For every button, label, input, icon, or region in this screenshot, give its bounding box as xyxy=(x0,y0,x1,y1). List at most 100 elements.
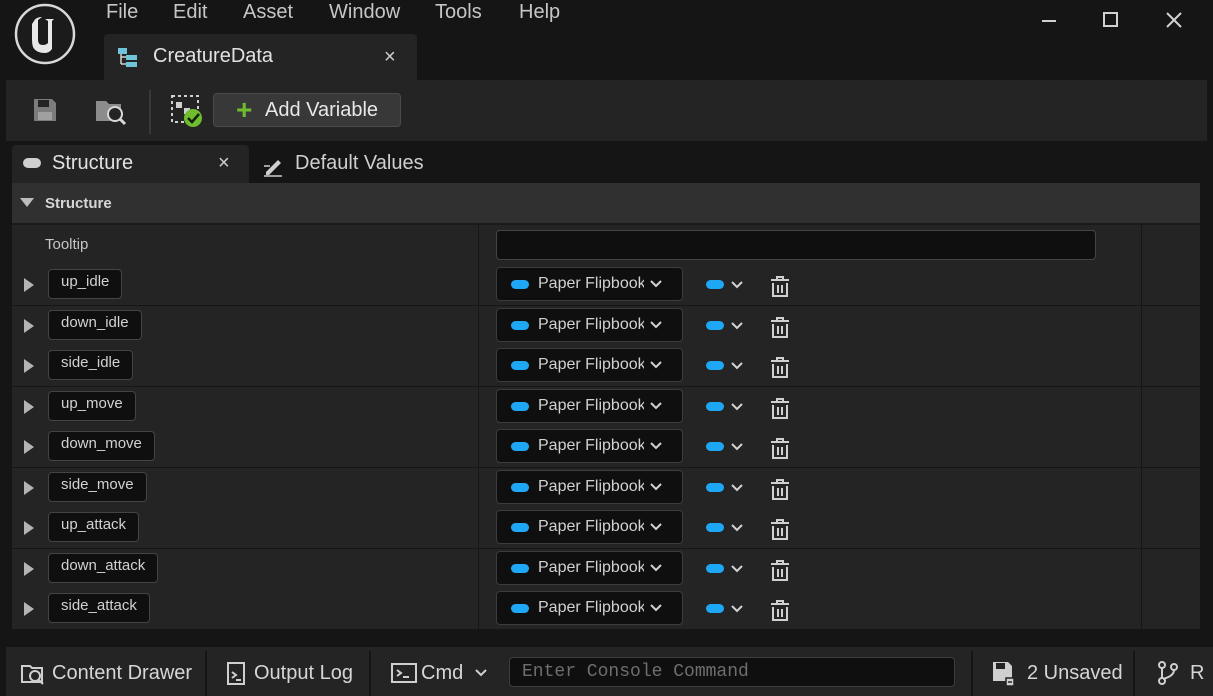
tooltip-input[interactable] xyxy=(496,230,1096,260)
variable-type-dropdown[interactable]: Paper Flipbook xyxy=(496,267,683,301)
container-type-pill-icon[interactable] xyxy=(706,442,724,451)
save-icon[interactable] xyxy=(31,96,59,124)
variable-name-field[interactable]: down_idle xyxy=(48,309,142,340)
menu-edit[interactable]: Edit xyxy=(173,0,207,24)
output-log-button[interactable]: Output Log xyxy=(207,647,369,696)
expand-arrow-icon[interactable] xyxy=(24,278,34,292)
chevron-down-icon[interactable] xyxy=(730,319,744,333)
container-type-pill-icon[interactable] xyxy=(706,482,724,492)
delete-trash-icon[interactable] xyxy=(768,437,792,461)
menu-asset[interactable]: Asset xyxy=(243,0,293,24)
variable-type-dropdown[interactable]: Paper Flipbook xyxy=(496,469,683,504)
column-divider xyxy=(1141,589,1142,629)
variable-name-field[interactable]: side_move xyxy=(48,471,147,502)
container-type-pill-icon[interactable] xyxy=(706,401,724,411)
expand-arrow-icon[interactable] xyxy=(24,359,34,373)
variable-type-dropdown[interactable]: Paper Flipbook xyxy=(496,550,683,585)
delete-trash-icon[interactable] xyxy=(768,559,792,583)
menu-file[interactable]: File xyxy=(106,0,138,24)
chevron-down-icon[interactable] xyxy=(730,400,744,414)
chevron-down-icon[interactable] xyxy=(730,521,744,535)
cmd-dropdown[interactable]: Cmd xyxy=(371,647,501,696)
close-window-icon[interactable] xyxy=(1160,6,1188,34)
delete-trash-icon[interactable] xyxy=(768,478,792,502)
container-type-pill-icon[interactable] xyxy=(706,320,724,330)
expand-arrow-icon[interactable] xyxy=(24,318,34,333)
chevron-down-icon xyxy=(650,482,662,490)
container-type-pill-icon[interactable] xyxy=(706,361,724,370)
object-type-pill-icon xyxy=(511,563,529,573)
container-type-pill-icon[interactable] xyxy=(706,563,724,573)
column-divider xyxy=(1141,386,1142,427)
delete-trash-icon[interactable] xyxy=(768,275,792,299)
unsaved-save-icon xyxy=(993,662,1015,687)
container-type-pill-icon[interactable] xyxy=(706,280,724,289)
column-divider xyxy=(478,346,479,386)
variable-type-label: Paper Flipbook xyxy=(538,477,644,495)
variable-type-dropdown[interactable]: Paper Flipbook xyxy=(496,429,683,463)
revision-control-button[interactable]: R xyxy=(1135,647,1213,696)
close-tab-icon[interactable]: × xyxy=(218,152,230,175)
expand-arrow-icon[interactable] xyxy=(24,440,34,454)
maximize-icon[interactable] xyxy=(1097,6,1125,34)
collapse-arrow-icon[interactable] xyxy=(20,198,34,207)
variable-name-field[interactable]: up_attack xyxy=(48,512,140,542)
column-divider xyxy=(478,305,479,346)
section-header-structure[interactable]: Structure xyxy=(12,183,1200,225)
chevron-down-icon[interactable] xyxy=(730,481,744,495)
variable-type-dropdown[interactable]: Paper Flipbook xyxy=(496,307,683,342)
unsaved-button[interactable]: 2 Unsaved xyxy=(973,647,1133,696)
browse-in-content-browser-icon[interactable] xyxy=(94,95,128,127)
asset-tab-creaturedata[interactable]: CreatureData × xyxy=(104,34,417,80)
variable-type-dropdown[interactable]: Paper Flipbook xyxy=(496,348,683,382)
expand-arrow-icon[interactable] xyxy=(24,521,34,535)
column-divider xyxy=(478,548,479,589)
unreal-logo-icon[interactable] xyxy=(14,3,76,65)
variable-type-label: Paper Flipbook xyxy=(538,599,644,616)
tab-default-values[interactable]: Default Values xyxy=(258,145,518,183)
column-divider xyxy=(1141,427,1142,467)
expand-arrow-icon[interactable] xyxy=(24,602,34,616)
variable-name-field[interactable]: up_idle xyxy=(48,269,123,299)
content-drawer-button[interactable]: Content Drawer xyxy=(6,647,205,696)
variable-type-dropdown[interactable]: Paper Flipbook xyxy=(496,591,683,625)
variable-name-field[interactable]: side_idle xyxy=(48,350,134,380)
container-type-pill-icon[interactable] xyxy=(706,604,724,613)
variable-row: up_move Paper Flipbook xyxy=(12,386,1200,428)
close-tab-icon[interactable]: × xyxy=(384,46,396,69)
delete-trash-icon[interactable] xyxy=(768,397,792,421)
apply-checkmark-icon[interactable] xyxy=(170,94,204,128)
minimize-icon[interactable] xyxy=(1035,6,1063,34)
object-type-pill-icon xyxy=(511,482,529,492)
chevron-down-icon[interactable] xyxy=(730,278,744,292)
expand-arrow-icon[interactable] xyxy=(24,399,34,414)
chevron-down-icon[interactable] xyxy=(730,440,744,454)
console-command-input[interactable] xyxy=(509,657,955,687)
expand-arrow-icon[interactable] xyxy=(24,561,34,576)
tab-structure[interactable]: Structure × xyxy=(12,145,249,183)
column-divider xyxy=(1141,548,1142,589)
add-variable-button[interactable]: + Add Variable xyxy=(213,93,401,127)
structure-pill-icon xyxy=(23,158,41,168)
menu-tools[interactable]: Tools xyxy=(435,0,482,24)
expand-arrow-icon[interactable] xyxy=(24,480,34,495)
delete-trash-icon[interactable] xyxy=(768,316,792,340)
variable-name-field[interactable]: side_attack xyxy=(48,593,150,623)
toolbar: + Add Variable xyxy=(6,80,1207,141)
delete-trash-icon[interactable] xyxy=(768,599,792,623)
chevron-down-icon[interactable] xyxy=(730,602,744,616)
delete-trash-icon[interactable] xyxy=(768,518,792,542)
variable-name-field[interactable]: up_move xyxy=(48,390,136,421)
delete-trash-icon[interactable] xyxy=(768,356,792,380)
variable-name-field[interactable]: down_move xyxy=(48,431,155,461)
chevron-down-icon[interactable] xyxy=(730,359,744,373)
chevron-down-icon[interactable] xyxy=(730,562,744,576)
container-type-pill-icon[interactable] xyxy=(706,523,724,532)
variable-type-dropdown[interactable]: Paper Flipbook xyxy=(496,510,683,544)
menu-help[interactable]: Help xyxy=(519,0,560,24)
variable-name-field[interactable]: down_attack xyxy=(48,552,159,583)
menu-window[interactable]: Window xyxy=(329,0,400,24)
chevron-down-icon xyxy=(650,604,662,612)
variable-type-dropdown[interactable]: Paper Flipbook xyxy=(496,388,683,423)
details-panel: Structure Tooltip up_idle Paper Flipbook d… xyxy=(12,183,1200,630)
